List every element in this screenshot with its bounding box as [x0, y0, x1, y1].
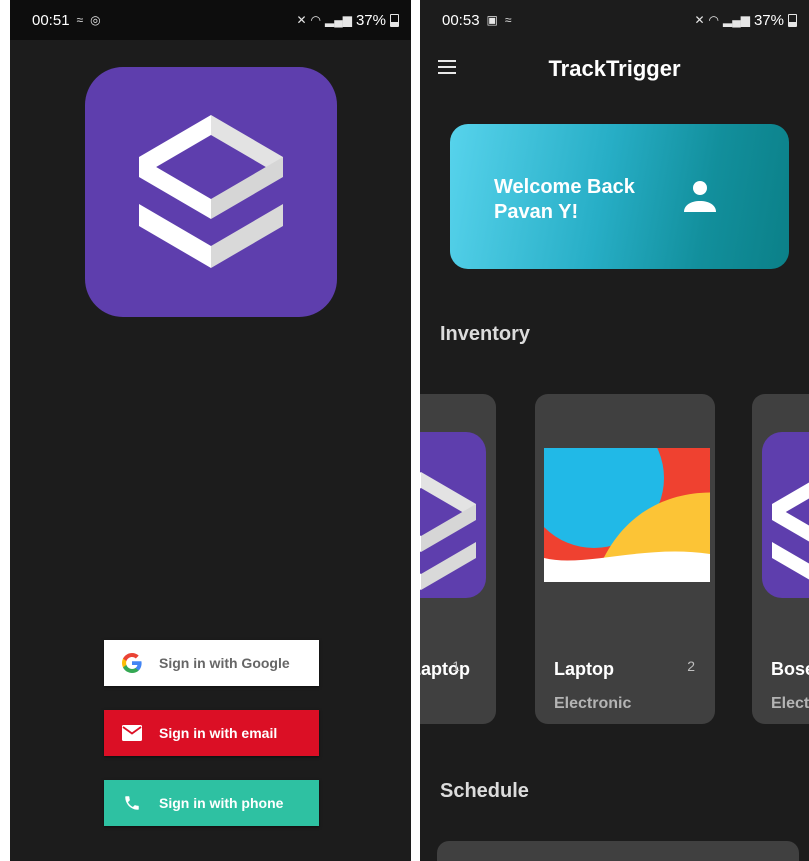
battery-percent: 37% [753, 11, 784, 29]
phone-icon [104, 794, 159, 812]
welcome-text: Welcome Back Pavan Y! [494, 175, 635, 225]
wifi-icon: ◠ [708, 13, 719, 27]
item-name: Laptop [554, 659, 614, 679]
google-icon [104, 652, 159, 674]
schedule-heading: Schedule [440, 780, 529, 802]
gallery-icon: ▣ [486, 13, 498, 27]
app-bar: TrackTrigger [420, 40, 809, 96]
mute-icon: ✕ [296, 13, 307, 27]
mute-icon: ✕ [694, 13, 705, 27]
sign-in-phone-button[interactable]: Sign in with phone [104, 780, 319, 826]
app-title: TrackTrigger [548, 56, 681, 81]
inventory-card[interactable]: Laptop 2 Electronic [535, 394, 715, 724]
sign-in-phone-label: Sign in with phone [159, 795, 284, 811]
notification-icon: ≈ [504, 13, 512, 27]
sign-in-google-button[interactable]: Sign in with Google [104, 640, 319, 686]
item-image [420, 432, 486, 598]
item-image [544, 448, 710, 582]
inventory-card[interactable]: Bose Electronic [752, 394, 809, 724]
item-count: 2 [687, 658, 695, 674]
home-screen: 00:53 ▣ ≈ ✕ ◠ ▂▄▆ 37% TrackTrigger Welco… [420, 0, 809, 861]
item-category: Electronic [554, 695, 632, 712]
app-logo [85, 67, 337, 317]
welcome-card[interactable]: Welcome Back Pavan Y! [450, 124, 789, 269]
wifi-icon: ◠ [310, 13, 321, 27]
person-icon [684, 181, 716, 212]
battery-icon [390, 13, 399, 27]
item-name: Laptop [420, 659, 470, 679]
item-image [762, 432, 809, 598]
user-name: Pavan Y! [494, 201, 579, 223]
status-time: 00:53 [442, 11, 480, 29]
inventory-heading: Inventory [440, 323, 531, 345]
inventory-card[interactable]: Laptop 1 [420, 394, 496, 724]
sign-in-email-label: Sign in with email [159, 725, 278, 741]
status-bar: 00:51 ≈ ◎ ✕ ◠ ▂▄▆ 37% [10, 0, 411, 40]
welcome-line: Welcome Back [494, 176, 635, 198]
battery-icon [788, 13, 797, 27]
status-time: 00:51 [32, 11, 70, 29]
item-category: Electronic [771, 695, 809, 712]
schedule-card[interactable] [437, 841, 799, 861]
instagram-icon: ◎ [90, 13, 101, 27]
signal-icon: ▂▄▆ [723, 13, 750, 27]
notification-icon: ≈ [76, 13, 84, 27]
battery-percent: 37% [355, 11, 386, 29]
item-name: Bose [771, 659, 809, 679]
login-screen: 00:51 ≈ ◎ ✕ ◠ ▂▄▆ 37% Sign in with Googl… [10, 0, 411, 861]
mail-icon [104, 725, 159, 741]
stack-logo-icon [139, 115, 283, 268]
sign-in-email-button[interactable]: Sign in with email [104, 710, 319, 756]
signal-icon: ▂▄▆ [325, 13, 352, 27]
status-bar: 00:53 ▣ ≈ ✕ ◠ ▂▄▆ 37% [420, 0, 809, 40]
item-count: 1 [452, 658, 460, 674]
sign-in-google-label: Sign in with Google [159, 655, 290, 671]
